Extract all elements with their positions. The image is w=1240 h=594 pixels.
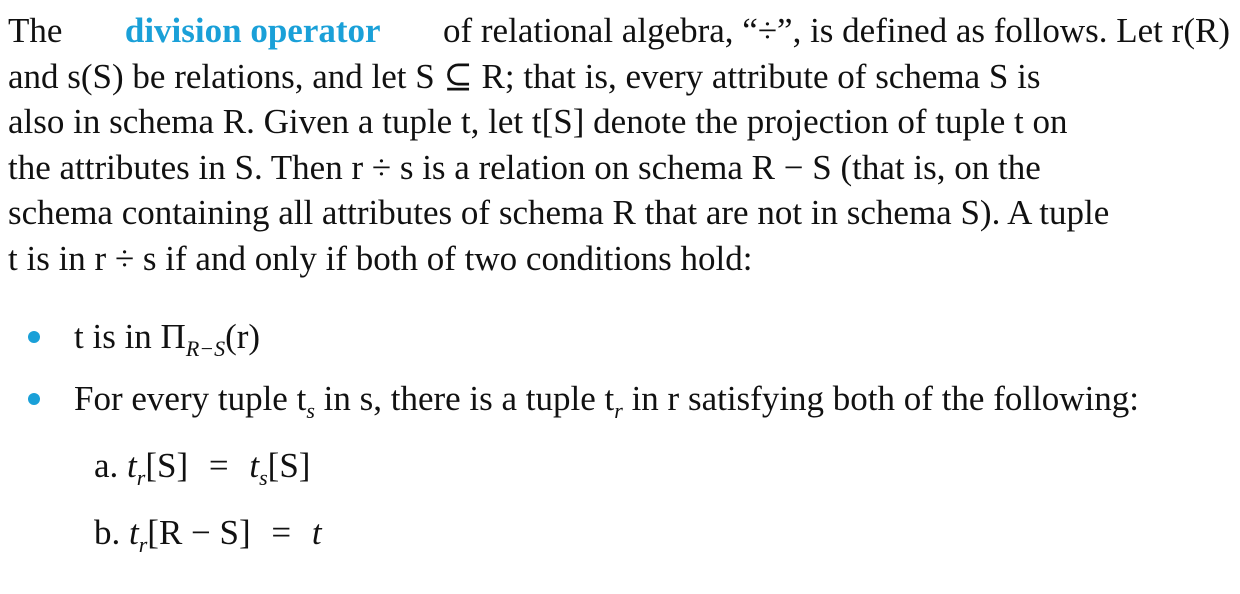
paragraph-line-5: schema containing all attributes of sche… [8, 190, 1230, 236]
bullet-text-every-tuple: For every tuple ts in s, there is a tupl… [74, 376, 1139, 433]
bullet-item-projection: t is in ΠR−S(r) [8, 314, 1230, 376]
line5-text: schema containing all attributes of sche… [8, 193, 1110, 233]
condition-b-rhs: t [311, 513, 322, 552]
bullet2-text: For every tuple t [74, 379, 307, 418]
condition-a-equals: = [208, 446, 229, 485]
bullet-dot-icon [28, 393, 40, 405]
condition-b-equals: = [271, 513, 292, 552]
line2-text: and s(S) be relations, and let S ⊆ R; th… [8, 56, 1041, 96]
bullet-text-projection: t is in ΠR−S(r) [74, 314, 260, 371]
line4-text: the attributes in S. Then r ÷ s is a rel… [8, 147, 1041, 187]
line1-start: The [8, 11, 63, 50]
bullet2-mid: in s, there is a tuple t [314, 379, 615, 418]
definition-paragraph: The division operator of relational alge… [8, 8, 1230, 282]
bullet-item-every-tuple: For every tuple ts in s, there is a tupl… [8, 376, 1230, 438]
paragraph-line-1: The division operator of relational alge… [8, 8, 1230, 54]
condition-bullet-list: t is in ΠR−S(r) For every tuple ts in s,… [8, 314, 1230, 438]
condition-b-lhs-tail: [R − S] [147, 513, 251, 552]
definition-page: The division operator of relational alge… [8, 8, 1230, 557]
condition-a-label: a. [94, 446, 119, 485]
condition-b-label: b. [94, 513, 121, 552]
paragraph-line-4: the attributes in S. Then r ÷ s is a rel… [8, 145, 1230, 191]
paragraph-line-6: t is in r ÷ s if and only if both of two… [8, 236, 1230, 282]
condition-a-lhs-tail: [S] [145, 446, 189, 485]
line6-text: t is in r ÷ s if and only if both of two… [8, 238, 753, 278]
term-division-operator: division operator [124, 11, 381, 50]
paragraph-line-2: and s(S) be relations, and let S ⊆ R; th… [8, 54, 1230, 100]
condition-b-lhs: t [129, 513, 139, 552]
line3-text: also in schema R. Given a tuple t, let t… [8, 102, 1068, 142]
bullet1-subscript: R−S [185, 336, 226, 361]
paragraph-line-3: also in schema R. Given a tuple t, let t… [8, 99, 1230, 145]
condition-a-rhs-tail: [S] [267, 446, 311, 485]
condition-a-rhs: t [249, 446, 260, 485]
condition-a-rhs-sub: s [259, 465, 268, 490]
line1-rest: of relational algebra, “÷”, is defined a… [443, 11, 1230, 50]
bullet1-suffix: (r) [225, 317, 261, 356]
condition-b: b. tr[R − S] = t [94, 513, 322, 558]
condition-b-lhs-sub: r [138, 532, 148, 557]
condition-a-lhs: t [127, 446, 137, 485]
bullet1-prefix: t is in Π [74, 317, 186, 356]
bullet2-sub-s: s [306, 398, 315, 423]
bullet2-end: in r satisfying both of the following: [622, 379, 1140, 418]
condition-a: a. tr[S] = ts[S] [94, 446, 310, 491]
bullet2-sub-r: r [614, 398, 623, 423]
bullet-dot-icon [28, 331, 40, 343]
